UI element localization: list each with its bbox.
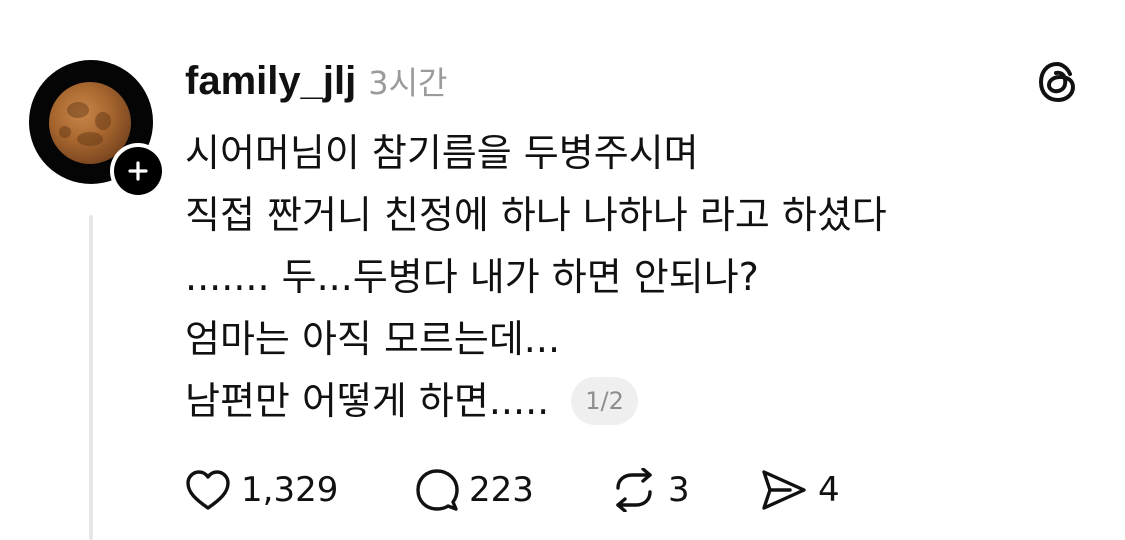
username[interactable]: family_jlj — [185, 59, 356, 104]
repost-count: 3 — [668, 470, 690, 510]
follow-button[interactable] — [110, 143, 166, 199]
comment-bubble-icon — [415, 468, 459, 512]
share-count: 4 — [818, 470, 840, 510]
send-icon — [760, 468, 808, 512]
post-text-line: 직접 짠거니 친정에 하나 나하나 라고 하셨다 — [185, 193, 887, 237]
post-text-line: 시어머님이 참기름을 두병주시며 — [185, 131, 699, 175]
reply-count: 223 — [469, 470, 534, 510]
plus-icon — [114, 147, 162, 195]
thread-post: family_jlj 3시간 시어머님이 참기름을 두병주시며 직접 짠거니 친… — [0, 0, 1125, 540]
post-text-line: 엄마는 아직 모르는데... — [185, 317, 561, 361]
like-button[interactable]: 1,329 — [185, 469, 415, 511]
action-bar: 1,329 223 3 4 — [185, 468, 840, 512]
thread-line — [89, 215, 93, 540]
threads-logo-icon[interactable] — [1036, 60, 1080, 104]
post-body: 시어머님이 참기름을 두병주시며 직접 짠거니 친정에 하나 나하나 라고 하셨… — [185, 122, 1065, 432]
post-header: family_jlj 3시간 — [185, 58, 447, 104]
like-count: 1,329 — [241, 470, 339, 510]
post-text-line: 남편만 어떻게 하면..... — [185, 379, 550, 423]
post-text-line-last: 남편만 어떻게 하면..... 1/2 — [185, 370, 1065, 432]
timestamp: 3시간 — [368, 64, 448, 102]
repost-button[interactable]: 3 — [610, 468, 760, 512]
repost-icon — [610, 468, 658, 512]
post-text-line: ....... 두...두병다 내가 하면 안되나? — [185, 255, 759, 299]
heart-icon — [185, 469, 231, 511]
page-indicator[interactable]: 1/2 — [571, 377, 638, 425]
reply-button[interactable]: 223 — [415, 468, 610, 512]
share-button[interactable]: 4 — [760, 468, 840, 512]
